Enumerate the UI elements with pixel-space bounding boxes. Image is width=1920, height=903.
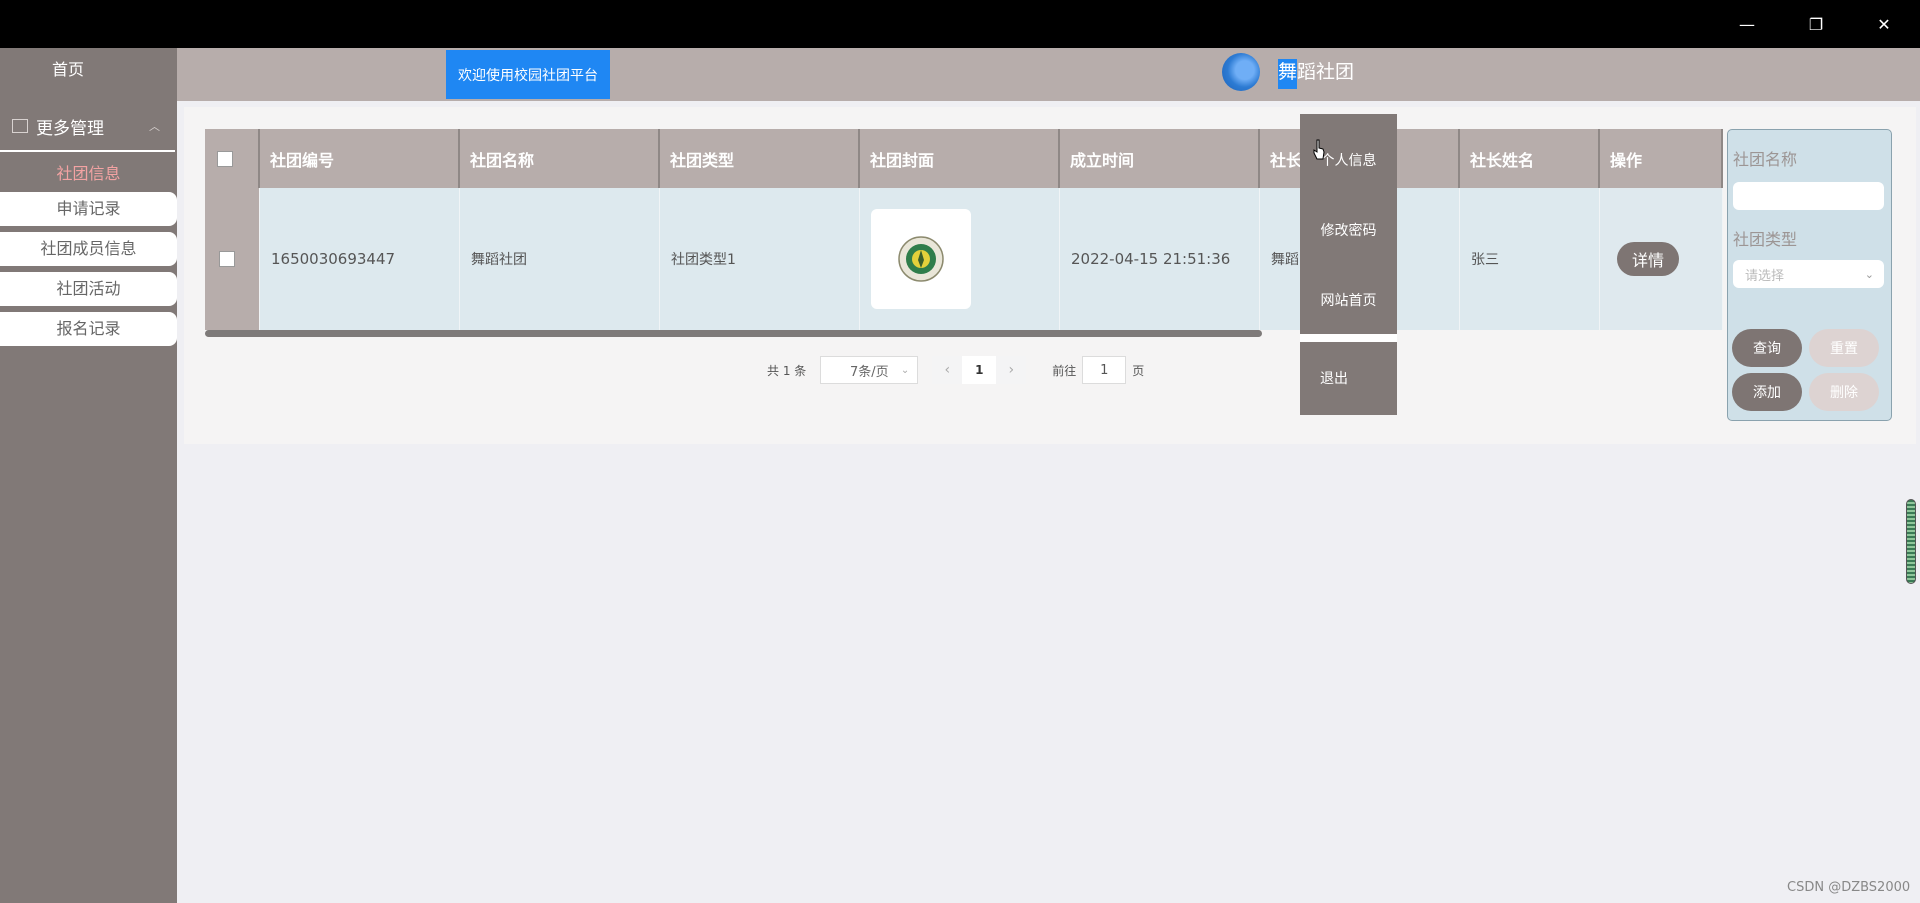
top-header	[177, 48, 1920, 101]
cell-cover	[860, 188, 1060, 330]
watermark: CSDN @DZBS2000	[1787, 880, 1911, 895]
window-titlebar: — ❐ ✕	[0, 0, 1920, 48]
page-number-current[interactable]: 1	[962, 356, 997, 384]
user-name[interactable]: 舞蹈社团	[1278, 57, 1355, 89]
reset-button[interactable]: 重置	[1809, 329, 1879, 367]
user-name-selected-char: 舞	[1278, 59, 1298, 89]
select-all-cell	[205, 129, 260, 188]
copy-icon	[12, 119, 28, 133]
club-type-label: 社团类型	[1733, 230, 1798, 249]
goto-prefix: 前往	[1052, 363, 1077, 378]
add-button[interactable]: 添加	[1732, 373, 1802, 411]
page-size-select[interactable]: 7条/页 ⌄	[820, 356, 919, 384]
sidebar-item-club-info[interactable]: 社团信息	[0, 160, 177, 188]
minimize-button[interactable]: —	[1719, 0, 1775, 48]
menu-item-logout[interactable]: 退出	[1300, 368, 1397, 388]
cell-id: 1650030693447	[260, 188, 460, 330]
table-row: 1650030693447 舞蹈社团 社团类型1 2022-04-15 21:5…	[205, 188, 1723, 330]
delete-button[interactable]: 删除	[1809, 373, 1879, 411]
cell-name: 舞蹈社团	[460, 188, 660, 330]
user-name-rest: 蹈社团	[1297, 61, 1355, 83]
select-all-checkbox[interactable]	[217, 150, 233, 167]
club-type-select[interactable]: 请选择 ⌄	[1733, 260, 1884, 288]
welcome-banner: 欢迎使用校园社团平台	[446, 50, 610, 99]
cell-leader-name: 张三	[1460, 188, 1600, 330]
page-size-value: 7条/页	[849, 364, 889, 380]
column-header-actions: 操作	[1600, 129, 1723, 188]
sidebar-group-more-management[interactable]: 更多管理 ︿	[12, 112, 162, 140]
column-header-cover[interactable]: 社团封面	[860, 129, 1060, 188]
club-logo-icon	[898, 236, 944, 282]
club-table: 社团编号 社团名称 社团类型 社团封面 成立时间 社长 社长姓名 操作 1650…	[205, 129, 1723, 330]
pagination-total: 共 1 条	[767, 363, 807, 378]
table-horizontal-scrollbar[interactable]	[205, 330, 1262, 337]
sidebar-divider	[0, 150, 175, 152]
menu-item-site-home[interactable]: 网站首页	[1300, 290, 1397, 310]
restore-button[interactable]: ❐	[1788, 0, 1844, 48]
next-page-button[interactable]: ›	[996, 356, 1027, 384]
table-header: 社团编号 社团名称 社团类型 社团封面 成立时间 社长 社长姓名 操作	[205, 129, 1723, 188]
row-select-cell	[205, 188, 260, 330]
query-button[interactable]: 查询	[1732, 329, 1802, 367]
vertical-scroll-indicator[interactable]	[1906, 499, 1916, 584]
club-name-label: 社团名称	[1733, 150, 1798, 169]
column-header-name[interactable]: 社团名称	[460, 129, 660, 188]
pagination: 共 1 条 7条/页 ⌄ ‹ 1 › 前往 1 页	[767, 355, 1144, 385]
cell-actions: 详情	[1600, 188, 1723, 330]
sidebar-item-members[interactable]: 社团成员信息	[0, 232, 177, 266]
sidebar-item-applications[interactable]: 申请记录	[0, 192, 177, 226]
row-checkbox[interactable]	[219, 251, 235, 267]
cell-type: 社团类型1	[660, 188, 860, 330]
menu-divider	[1300, 334, 1397, 342]
column-header-type[interactable]: 社团类型	[660, 129, 860, 188]
menu-item-change-password[interactable]: 修改密码	[1300, 220, 1397, 240]
search-panel: 社团名称 社团类型 请选择 ⌄ 查询 重置 添加 删除	[1727, 129, 1892, 421]
club-cover-image[interactable]	[871, 209, 971, 309]
cell-created: 2022-04-15 21:51:36	[1060, 188, 1260, 330]
avatar[interactable]	[1222, 53, 1260, 91]
sidebar-group-label: 更多管理	[36, 118, 104, 139]
column-header-leader-name[interactable]: 社长姓名	[1460, 129, 1600, 188]
close-button[interactable]: ✕	[1856, 0, 1912, 48]
sidebar-item-activities[interactable]: 社团活动	[0, 272, 177, 306]
chevron-up-icon: ︿	[149, 120, 160, 133]
goto-suffix: 页	[1132, 363, 1145, 378]
goto-page-input[interactable]: 1	[1082, 356, 1127, 384]
chevron-down-icon: ⌄	[900, 364, 910, 376]
club-name-input[interactable]	[1733, 182, 1884, 210]
pointer-cursor-icon	[1313, 139, 1325, 160]
prev-page-button[interactable]: ‹	[932, 356, 963, 384]
column-header-id[interactable]: 社团编号	[260, 129, 460, 188]
column-header-created[interactable]: 成立时间	[1060, 129, 1260, 188]
chevron-down-icon: ⌄	[1864, 267, 1874, 281]
sidebar-item-home[interactable]: 首页	[0, 56, 136, 80]
sidebar-item-registrations[interactable]: 报名记录	[0, 312, 177, 346]
club-type-placeholder: 请选择	[1745, 268, 1785, 284]
sidebar: 首页 更多管理 ︿ 社团信息 申请记录 社团成员信息 社团活动 报名记录	[0, 48, 177, 903]
details-button[interactable]: 详情	[1617, 242, 1679, 276]
